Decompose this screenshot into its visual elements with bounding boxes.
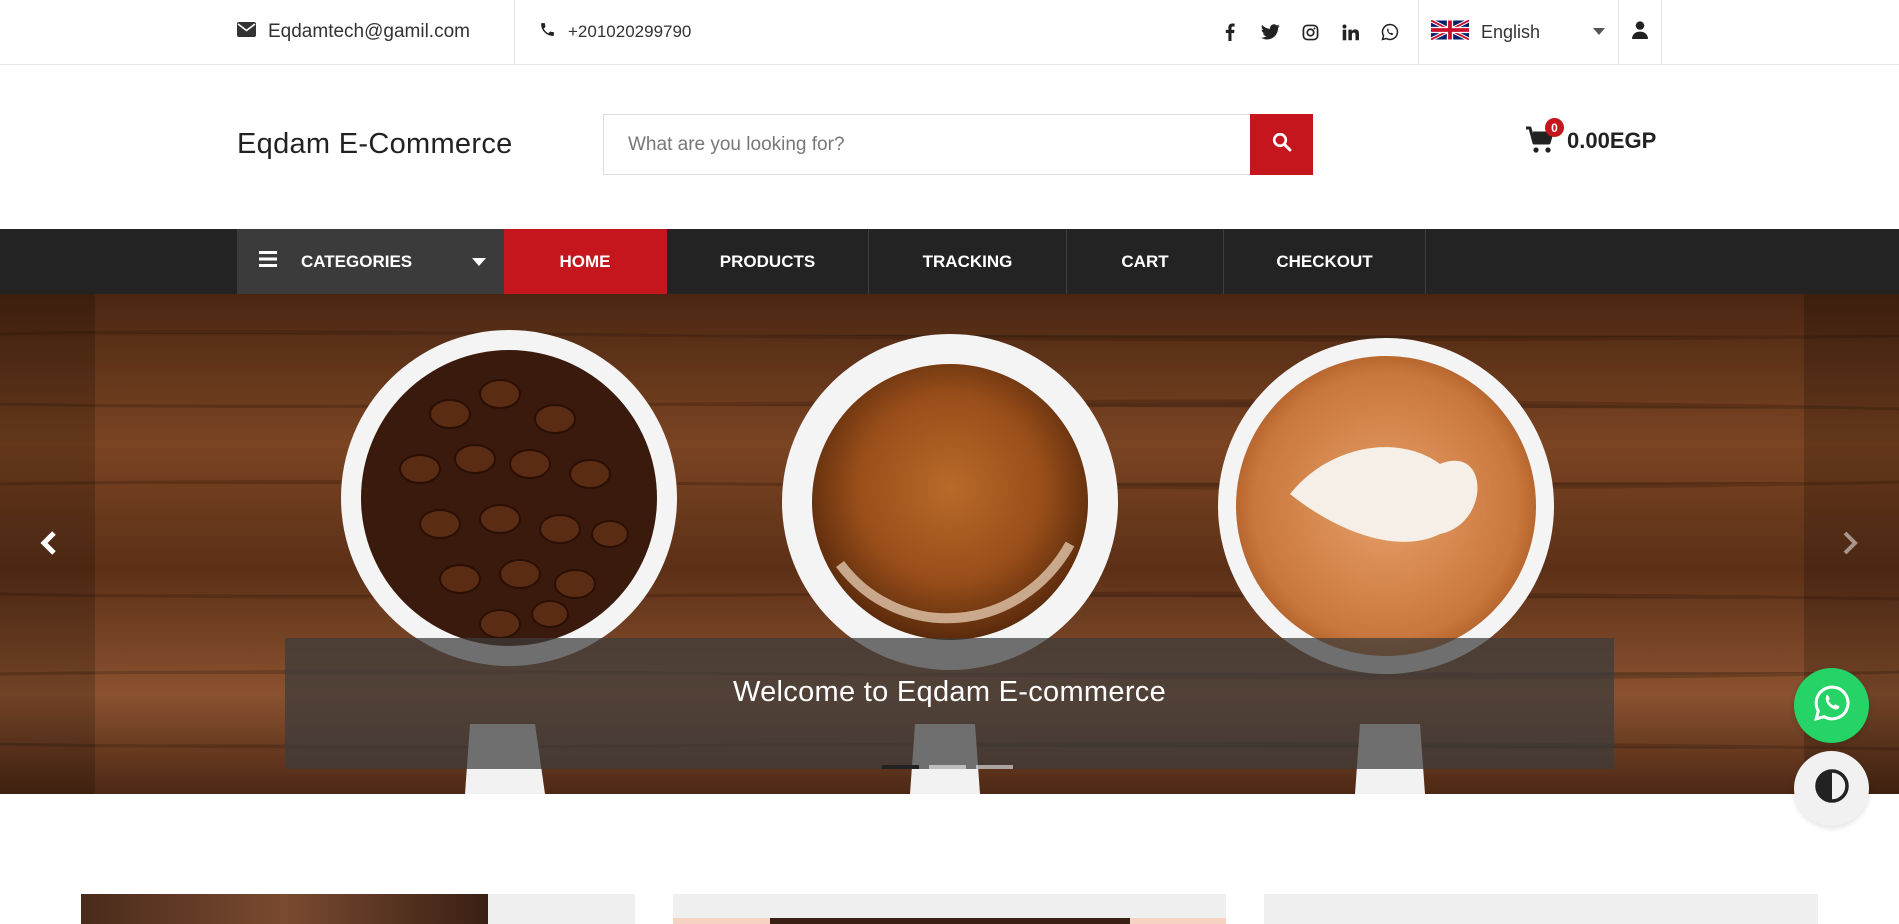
uk-flag-icon — [1430, 18, 1470, 45]
contrast-toggle-button[interactable] — [1794, 751, 1869, 826]
divider — [1661, 0, 1662, 64]
product-card[interactable] — [81, 894, 635, 924]
twitter-icon[interactable] — [1260, 22, 1280, 42]
nav-cart[interactable]: CART — [1067, 229, 1224, 294]
email-contact[interactable]: Eqdamtech@gamil.com — [237, 0, 496, 64]
site-logo[interactable]: Eqdam E-Commerce — [237, 128, 513, 161]
slide-caption: Welcome to Eqdam E-commerce — [285, 638, 1614, 769]
mini-cart[interactable]: 0 0.00EGP — [1525, 118, 1657, 156]
search-input[interactable] — [604, 115, 1250, 174]
envelope-icon — [237, 21, 256, 43]
nav-checkout[interactable]: CHECKOUT — [1224, 229, 1426, 294]
phone-text: +201020299790 — [568, 22, 692, 41]
nav-tracking[interactable]: TRACKING — [869, 229, 1067, 294]
nav-products[interactable]: PRODUCTS — [667, 229, 869, 294]
chevron-left-icon — [39, 530, 57, 561]
facebook-icon[interactable] — [1220, 22, 1240, 42]
nav-home[interactable]: HOME — [504, 229, 667, 294]
email-text: Eqdamtech@gamil.com — [268, 21, 470, 42]
product-card[interactable] — [673, 894, 1226, 924]
chevron-down-icon — [472, 258, 486, 266]
linkedin-icon[interactable] — [1340, 22, 1360, 42]
hero-slider: Welcome to Eqdam E-commerce — [0, 294, 1899, 794]
slider-prev-button[interactable] — [33, 530, 63, 560]
slide-indicator[interactable] — [976, 765, 1013, 769]
user-account-button[interactable] — [1619, 0, 1661, 64]
product-card[interactable] — [1264, 894, 1818, 924]
search-bar — [603, 114, 1313, 175]
hamburger-icon — [259, 251, 277, 272]
whatsapp-chat-button[interactable] — [1794, 668, 1869, 743]
cart-icon: 0 — [1525, 118, 1564, 156]
categories-dropdown[interactable]: CATEGORIES — [237, 229, 504, 294]
slider-indicators — [882, 765, 1013, 769]
product-image — [81, 894, 488, 924]
categories-label: CATEGORIES — [301, 251, 413, 271]
chevron-right-icon — [1842, 530, 1860, 561]
language-label: English — [1481, 21, 1541, 42]
top-bar: Eqdamtech@gamil.com +201020299790 Englis… — [0, 0, 1899, 65]
search-button[interactable] — [1250, 114, 1313, 175]
whatsapp-icon — [1812, 683, 1852, 728]
product-image — [770, 918, 1130, 924]
social-links — [1220, 0, 1400, 64]
chevron-down-icon — [1593, 28, 1605, 35]
cart-count-badge: 0 — [1545, 118, 1564, 137]
cart-total: 0.00EGP — [1567, 128, 1657, 153]
contrast-icon — [1814, 768, 1850, 809]
slide-title: Welcome to Eqdam E-commerce — [732, 676, 1167, 708]
search-icon — [1272, 132, 1292, 157]
whatsapp-icon[interactable] — [1380, 22, 1400, 42]
divider — [514, 0, 515, 64]
slide-indicator[interactable] — [882, 765, 919, 769]
slide-indicator[interactable] — [929, 765, 966, 769]
language-selector[interactable]: English — [1419, 0, 1619, 64]
slider-next-button[interactable] — [1836, 530, 1866, 560]
phone-icon — [539, 21, 556, 43]
main-navigation: CATEGORIES HOME PRODUCTS TRACKING CART C… — [0, 229, 1899, 294]
user-icon — [1632, 20, 1648, 44]
phone-contact[interactable]: +201020299790 — [539, 0, 691, 64]
instagram-icon[interactable] — [1300, 22, 1320, 42]
